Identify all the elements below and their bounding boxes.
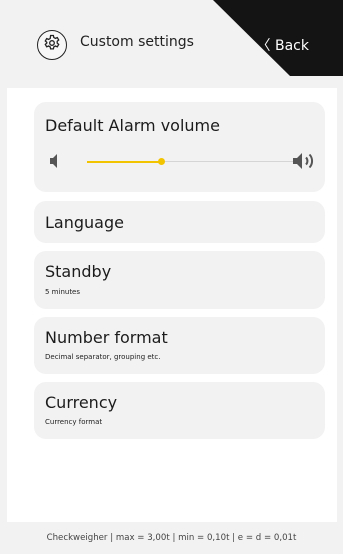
volume-slider[interactable] [87,158,301,165]
gear-icon [42,33,62,57]
alarm-volume-title: Default Alarm volume [45,116,220,135]
page-title: Custom settings [80,34,194,50]
number-format-title: Number format [45,328,168,347]
currency-subtitle: Currency format [45,418,103,426]
language-title: Language [45,213,124,232]
menu-item-standby[interactable]: Standby 5 minutes [34,251,325,309]
speaker-low-icon[interactable] [48,153,64,173]
standby-title: Standby [45,262,112,281]
speaker-high-icon[interactable] [292,151,318,175]
standby-subtitle: 5 minutes [45,288,81,296]
menu-item-currency[interactable]: Currency Currency format [34,382,325,439]
settings-button[interactable] [37,30,67,60]
settings-panel: Default Alarm volume Language Standby 5 … [7,88,337,522]
menu-item-language[interactable]: Language [34,201,325,243]
header: Custom settings 〈 Back [0,0,343,88]
number-format-subtitle: Decimal separator, grouping etc. [45,353,161,361]
volume-slider-fill [87,160,162,163]
volume-slider-thumb[interactable] [158,158,166,165]
back-button[interactable]: 〈 Back [213,0,343,76]
status-bar: Checkweigher | max = 3,00t | min = 0,10t… [46,533,297,543]
alarm-volume-card: Default Alarm volume [34,102,325,192]
currency-title: Currency [45,393,118,412]
menu-item-number-format[interactable]: Number format Decimal separator, groupin… [34,317,325,374]
back-button-label: 〈 Back [256,38,309,54]
